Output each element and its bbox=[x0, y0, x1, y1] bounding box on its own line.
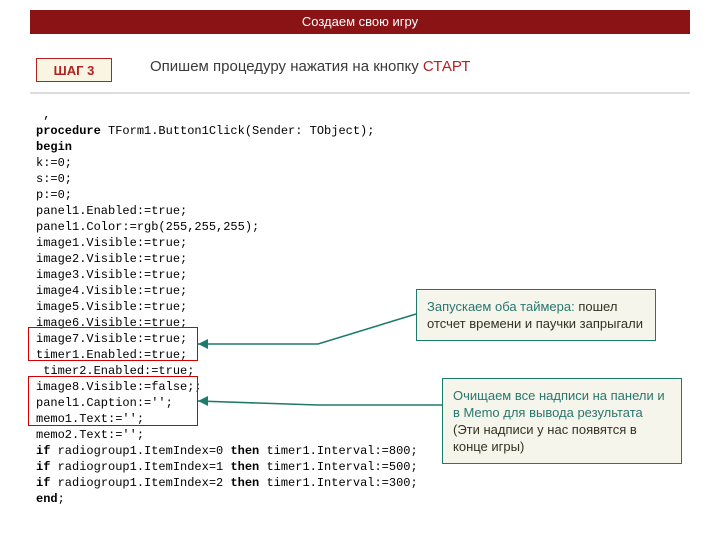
code-line: memo1.Text:=''; bbox=[36, 411, 482, 427]
code-line: image2.Visible:=true; bbox=[36, 251, 482, 267]
code-line: image3.Visible:=true; bbox=[36, 267, 482, 283]
kw-then: then bbox=[230, 444, 259, 458]
code-text: TForm1.Button1Click(Sender: TObject); bbox=[101, 124, 375, 138]
callout-timers: Запускаем оба таймера: пошел отсчет врем… bbox=[416, 289, 656, 341]
code-line: end; bbox=[36, 491, 482, 507]
code-line: k:=0; bbox=[36, 155, 482, 171]
kw-then: then bbox=[230, 476, 259, 490]
code-line: if radiogroup1.ItemIndex=1 then timer1.I… bbox=[36, 459, 482, 475]
kw-procedure: procedure bbox=[36, 124, 101, 138]
kw-if: if bbox=[36, 460, 50, 474]
code-text: radiogroup1.ItemIndex=0 bbox=[50, 444, 230, 458]
callout-lead: Запускаем оба таймера: bbox=[427, 299, 578, 314]
code-text: timer1.Interval:=800; bbox=[259, 444, 417, 458]
code-line: if radiogroup1.ItemIndex=0 then timer1.I… bbox=[36, 443, 482, 459]
code-line: panel1.Caption:=''; bbox=[36, 395, 482, 411]
code-line: s:=0; bbox=[36, 171, 482, 187]
code-line: image1.Visible:=true; bbox=[36, 235, 482, 251]
code-line: timer2.Enabled:=true; bbox=[36, 363, 482, 379]
code-text: ; bbox=[58, 492, 65, 506]
kw-if: if bbox=[36, 476, 50, 490]
kw-end: end bbox=[36, 492, 58, 506]
kw-then: then bbox=[230, 460, 259, 474]
step-badge: ШАГ 3 bbox=[36, 58, 112, 82]
divider bbox=[30, 92, 690, 94]
code-text: radiogroup1.ItemIndex=1 bbox=[50, 460, 230, 474]
code-line: image8.Visible:=false;; bbox=[36, 379, 482, 395]
callout-lead: Очищаем все надписи на панели и в Memo д… bbox=[453, 388, 665, 420]
title-accent: СТАРТ bbox=[423, 58, 471, 75]
code-line: memo2.Text:=''; bbox=[36, 427, 482, 443]
code-line: begin bbox=[36, 139, 482, 155]
code-line: panel1.Enabled:=true; bbox=[36, 203, 482, 219]
code-line: timer1.Enabled:=true; bbox=[36, 347, 482, 363]
code-text: timer1.Interval:=500; bbox=[259, 460, 417, 474]
header-title: Создаем свою игру bbox=[302, 14, 418, 29]
code-line: , bbox=[36, 107, 482, 123]
header-bar: Создаем свою игру bbox=[30, 10, 690, 34]
callout-rest: (Эти надписи у нас появятся в конце игры… bbox=[453, 422, 637, 454]
step-label: ШАГ 3 bbox=[54, 63, 95, 78]
title-prefix: Опишем процедуру нажатия на кнопку bbox=[150, 58, 423, 75]
code-line: p:=0; bbox=[36, 187, 482, 203]
code-line: panel1.Color:=rgb(255,255,255); bbox=[36, 219, 482, 235]
kw-begin: begin bbox=[36, 140, 72, 154]
kw-if: if bbox=[36, 444, 50, 458]
code-text: radiogroup1.ItemIndex=2 bbox=[50, 476, 230, 490]
callout-clear: Очищаем все надписи на панели и в Memo д… bbox=[442, 378, 682, 464]
code-text: timer1.Interval:=300; bbox=[259, 476, 417, 490]
slide-title: Опишем процедуру нажатия на кнопку СТАРТ bbox=[150, 58, 470, 75]
code-line: if radiogroup1.ItemIndex=2 then timer1.I… bbox=[36, 475, 482, 491]
code-line: procedure TForm1.Button1Click(Sender: TO… bbox=[36, 123, 482, 139]
